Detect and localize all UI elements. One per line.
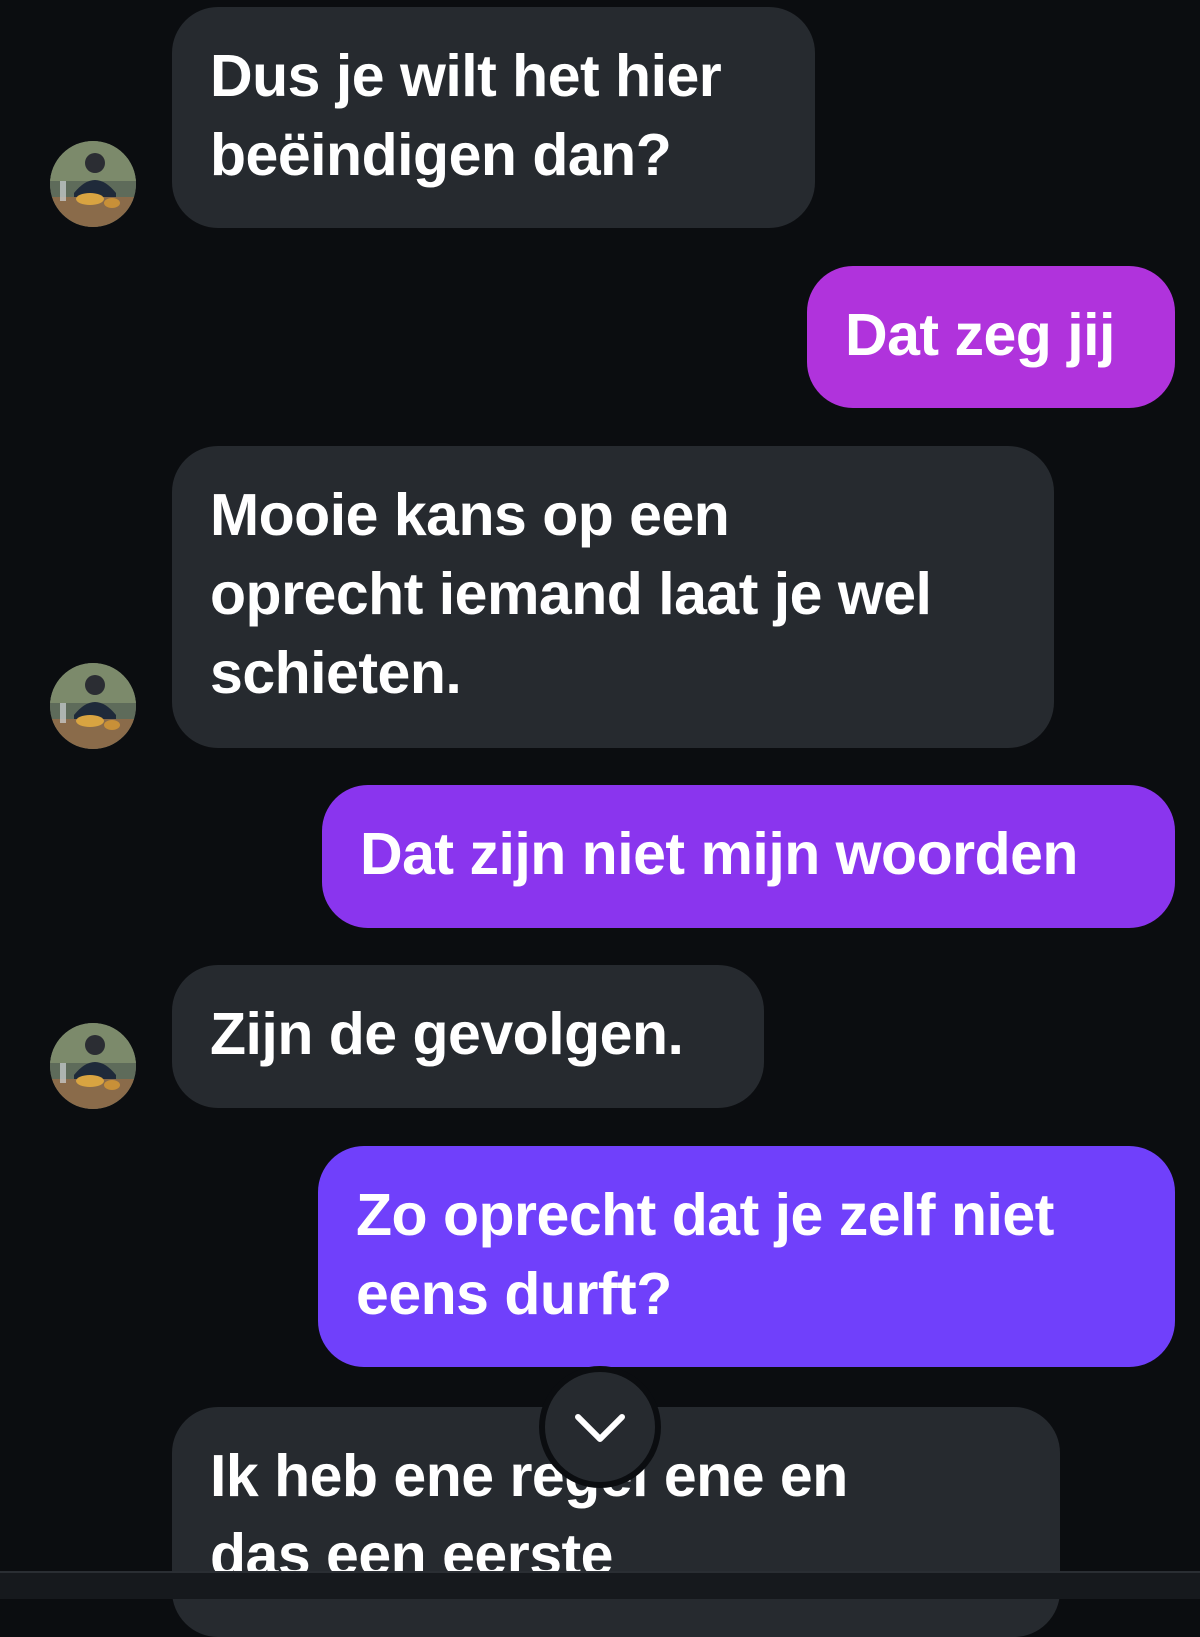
scroll-to-bottom-button[interactable] xyxy=(545,1372,655,1482)
message-text: Zo oprecht dat je zelf niet eens durft? xyxy=(356,1182,1054,1327)
avatar-photo-icon xyxy=(50,663,136,749)
incoming-message-bubble[interactable]: Zijn de gevolgen. xyxy=(172,965,764,1108)
contact-avatar[interactable] xyxy=(50,1023,136,1109)
outgoing-message-bubble[interactable]: Dat zeg jij xyxy=(807,266,1175,408)
contact-avatar[interactable] xyxy=(50,141,136,227)
avatar-photo-icon xyxy=(50,141,136,227)
message-text: Zijn de gevolgen. xyxy=(210,1001,684,1067)
message-text: Dat zijn niet mijn woorden xyxy=(360,821,1078,887)
incoming-message-bubble[interactable]: Mooie kans op een oprecht iemand laat je… xyxy=(172,446,1054,748)
outgoing-message-bubble[interactable]: Zo oprecht dat je zelf niet eens durft? xyxy=(318,1146,1175,1367)
incoming-message-bubble[interactable]: Dus je wilt het hier beëindigen dan? xyxy=(172,7,815,228)
composer-bar-edge xyxy=(0,1571,1200,1599)
chevron-down-icon xyxy=(575,1414,625,1442)
message-text: Mooie kans op een oprecht iemand laat je… xyxy=(210,482,932,706)
message-text: Dat zeg jij xyxy=(845,302,1115,368)
message-text: Dus je wilt het hier beëindigen dan? xyxy=(210,43,722,188)
avatar-photo-icon xyxy=(50,1023,136,1109)
outgoing-message-bubble[interactable]: Dat zijn niet mijn woorden xyxy=(322,785,1175,928)
contact-avatar[interactable] xyxy=(50,663,136,749)
